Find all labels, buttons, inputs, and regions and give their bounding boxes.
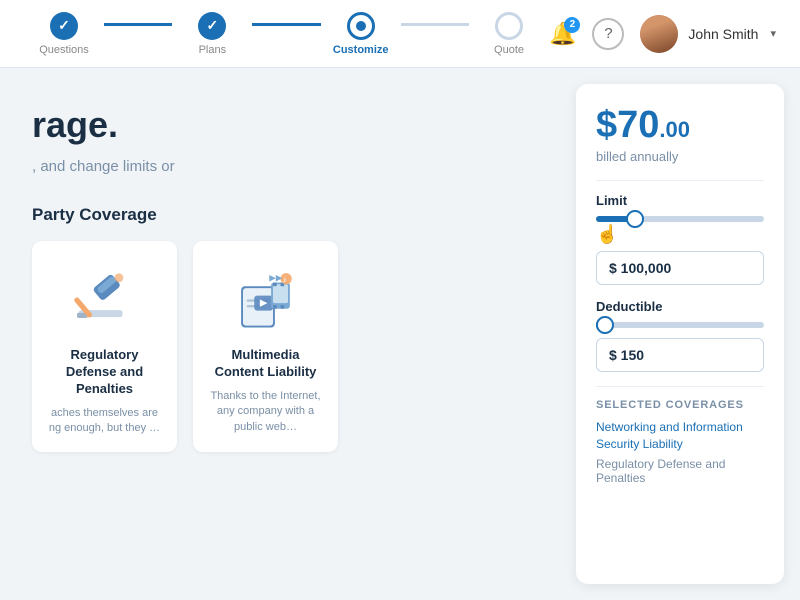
coverage-item-2: Regulatory Defense and Penalties	[596, 457, 764, 485]
connector-3	[401, 23, 469, 26]
deductible-slider-track[interactable]	[596, 322, 764, 328]
svg-text:▶▶: ▶▶	[269, 272, 282, 282]
card-desc-multimedia: Thanks to the Internet, any company with…	[209, 389, 322, 435]
help-button[interactable]: ?	[592, 18, 624, 50]
header: ✓ Questions ✓ Plans Customize Quote	[0, 0, 800, 68]
step-circle-plans: ✓	[198, 12, 226, 40]
step-label-questions: Questions	[39, 44, 89, 56]
svg-text:♪: ♪	[282, 274, 286, 284]
step-questions[interactable]: ✓ Questions	[24, 12, 104, 56]
card-desc-regulatory: aches themselves are ng enough, but they…	[48, 406, 161, 437]
coverage-cards: Regulatory Defense and Penalties aches t…	[32, 241, 528, 452]
limit-slider-fill	[596, 216, 630, 222]
pricing-card: $70 .00 billed annually Limit ☝ $ 100,00…	[576, 84, 784, 584]
help-icon: ?	[604, 25, 612, 42]
billed-label: billed annually	[596, 149, 764, 164]
user-menu[interactable]: John Smith ▾	[640, 15, 776, 53]
page-subtitle: , and change limits or	[32, 158, 528, 175]
connector-2	[252, 23, 320, 26]
media-icon: ♪ ▶▶	[228, 260, 303, 335]
step-circle-customize	[347, 12, 375, 40]
divider-1	[596, 180, 764, 181]
check-icon-2: ✓	[206, 17, 218, 34]
avatar-image	[640, 15, 678, 53]
step-dot	[356, 21, 366, 31]
notifications-button[interactable]: 🔔 2	[549, 21, 576, 47]
limit-label: Limit	[596, 193, 764, 208]
step-customize[interactable]: Customize	[321, 12, 401, 56]
check-icon: ✓	[58, 17, 70, 34]
page-title: rage.	[32, 104, 528, 146]
deductible-value[interactable]: $ 150	[596, 338, 764, 372]
card-icon-regulatory	[65, 257, 145, 337]
selected-coverages-heading: SELECTED COVERAGES	[596, 399, 764, 411]
step-label-customize: Customize	[333, 44, 389, 56]
step-label-quote: Quote	[494, 44, 524, 56]
coverage-item-1: Networking and Information Security Liab…	[596, 419, 764, 453]
cursor-pointer-icon: ☝	[596, 224, 764, 245]
limit-slider-track[interactable]	[596, 216, 764, 222]
left-panel: rage. , and change limits or Party Cover…	[0, 68, 560, 600]
main-content: rage. , and change limits or Party Cover…	[0, 68, 800, 600]
connector-1	[104, 23, 172, 26]
coverage-card-regulatory[interactable]: Regulatory Defense and Penalties aches t…	[32, 241, 177, 452]
header-right: 🔔 2 ? John Smith ▾	[549, 15, 776, 53]
card-title-regulatory: Regulatory Defense and Penalties	[48, 347, 161, 398]
step-circle-questions: ✓	[50, 12, 78, 40]
coverage-card-multimedia[interactable]: ♪ ▶▶ Multimedia Content Liability Thanks…	[193, 241, 338, 452]
card-title-multimedia: Multimedia Content Liability	[209, 347, 322, 381]
price-cents: .00	[659, 117, 690, 143]
step-plans[interactable]: ✓ Plans	[172, 12, 252, 56]
divider-2	[596, 386, 764, 387]
limit-value[interactable]: $ 100,000	[596, 251, 764, 285]
progress-steps: ✓ Questions ✓ Plans Customize Quote	[24, 12, 549, 56]
deductible-slider-thumb[interactable]	[596, 316, 614, 334]
step-circle-quote	[495, 12, 523, 40]
right-panel: $70 .00 billed annually Limit ☝ $ 100,00…	[560, 68, 800, 600]
user-name: John Smith	[688, 26, 758, 42]
notification-badge: 2	[564, 17, 580, 33]
price-main: $70	[596, 104, 659, 147]
price-display: $70 .00	[596, 104, 764, 147]
deductible-label: Deductible	[596, 299, 764, 314]
gavel-icon	[70, 262, 140, 332]
card-icon-multimedia: ♪ ▶▶	[226, 257, 306, 337]
section-heading: Party Coverage	[32, 205, 528, 225]
chevron-down-icon: ▾	[770, 27, 776, 40]
step-label-plans: Plans	[199, 44, 227, 56]
avatar	[640, 15, 678, 53]
step-quote[interactable]: Quote	[469, 12, 549, 56]
